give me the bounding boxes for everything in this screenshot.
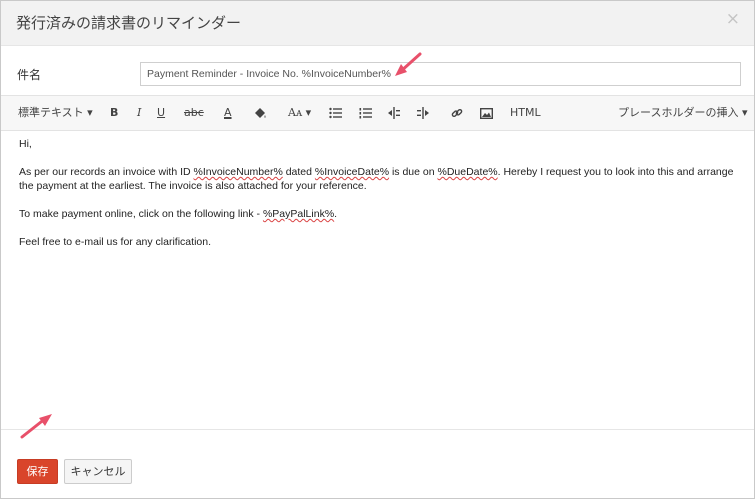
bullet-list-button[interactable] [329,96,342,130]
body-paragraph-2: To make payment online, click on the fol… [19,207,736,221]
dialog-footer: 保存 キャンセル [1,430,754,498]
placeholder-token: %InvoiceNumber% [193,166,283,178]
body-paragraph-1: As per our records an invoice with ID %I… [19,165,736,193]
body-paragraph-3: Feel free to e-mail us for any clarifica… [19,236,211,248]
bullet-list-icon [329,107,342,119]
image-icon [479,107,494,119]
bold-button[interactable]: B [110,96,118,130]
outdent-icon [388,107,400,119]
indent-icon [417,107,429,119]
format-dropdown[interactable]: 標準テキスト ▾ [18,96,93,130]
placeholder-token: %InvoiceDate% [314,166,390,178]
insert-link-button[interactable] [451,96,463,130]
subject-label: 件名 [17,68,42,82]
link-icon [451,108,463,118]
placeholder-token: %DueDate% [437,166,498,178]
italic-button[interactable]: I [137,96,141,130]
dialog-header: 発行済みの請求書のリマインダー × [1,1,754,46]
font-color-button[interactable]: A [224,96,232,130]
subject-row: 件名 [1,47,754,95]
greeting-paragraph: Hi, [19,138,32,150]
html-source-button[interactable]: HTML [510,96,541,130]
dialog-title: 発行済みの請求書のリマインダー [16,14,242,32]
outdent-button[interactable] [388,96,400,130]
underline-button[interactable]: U [157,96,165,130]
font-size-dropdown[interactable]: Aᴀ ▾ [288,96,311,130]
numbered-list-icon [359,108,372,119]
editor-toolbar: 標準テキスト ▾ B I U abc A Aᴀ ▾ HTML プレースホルダーの… [1,95,754,131]
subject-input[interactable] [140,62,741,86]
strikethrough-button[interactable]: abc [184,96,204,130]
insert-placeholder-dropdown[interactable]: プレースホルダーの挿入 ▾ [618,96,747,130]
insert-image-button[interactable] [479,96,494,130]
body-text: is due on [389,166,438,178]
body-text: dated [282,166,315,178]
cancel-button[interactable]: キャンセル [64,459,132,484]
close-icon[interactable]: × [726,11,740,28]
save-button[interactable]: 保存 [17,459,58,484]
body-text: . [334,208,338,220]
reminder-dialog: 発行済みの請求書のリマインダー × 件名 標準テキスト ▾ B I U abc … [0,0,755,499]
body-text: To make payment online, click on the fol… [19,208,263,220]
body-text: As per our records an invoice with ID [19,166,194,178]
message-body-editor[interactable]: Hi, As per our records an invoice with I… [1,131,754,429]
paint-bucket-icon [255,108,266,118]
placeholder-token: %PayPalLink% [262,208,335,220]
indent-button[interactable] [417,96,429,130]
numbered-list-button[interactable] [359,96,372,130]
highlight-button[interactable] [253,96,267,130]
